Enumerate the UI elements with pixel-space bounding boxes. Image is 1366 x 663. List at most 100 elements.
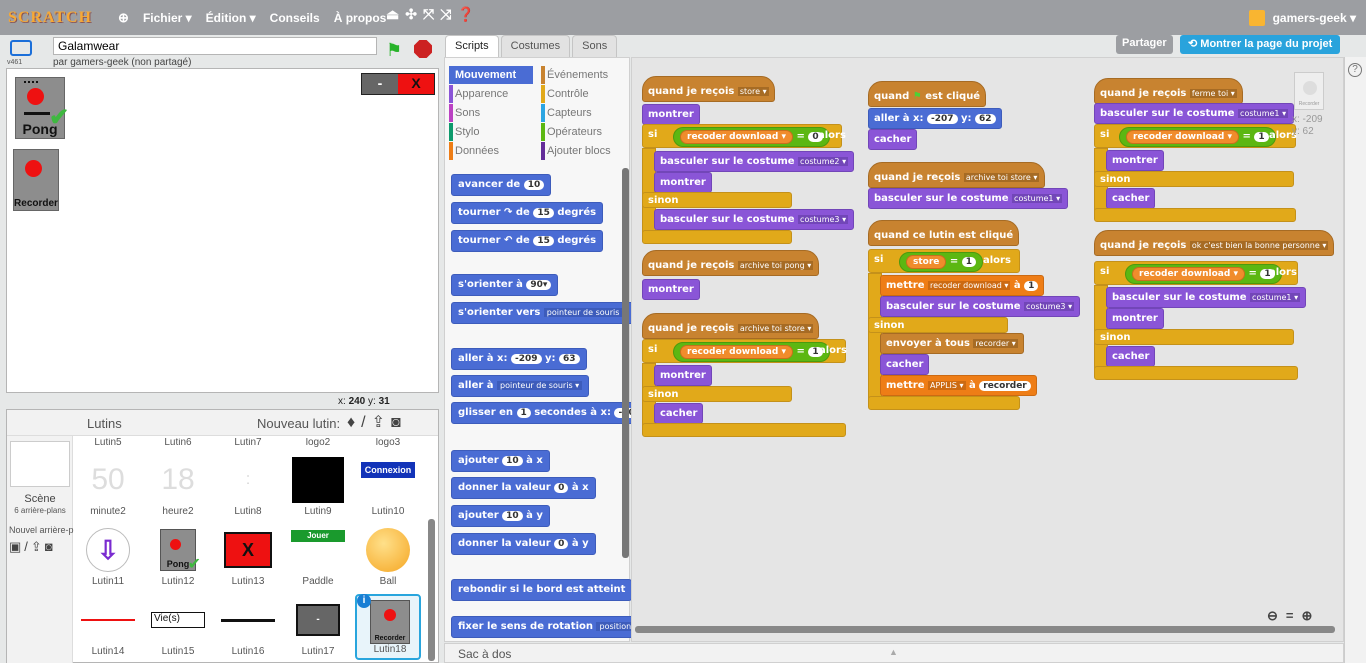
- category-events[interactable]: Événements: [541, 66, 629, 84]
- block-bounce[interactable]: rebondir si le bord est atteint: [451, 579, 633, 601]
- info-icon[interactable]: i: [357, 594, 371, 608]
- block-if-else[interactable]: si recoder download ▾ = 0 alors: [642, 124, 846, 148]
- scene-thumbnail[interactable]: [10, 441, 70, 487]
- sprite-tile[interactable]: Ball: [355, 524, 421, 590]
- help-icon[interactable]: ?: [1348, 63, 1362, 77]
- menu-about[interactable]: À propos: [334, 11, 387, 25]
- stage-sprite-recorder[interactable]: Recorder: [13, 149, 59, 211]
- category-looks[interactable]: Apparence: [449, 85, 533, 103]
- hat-when-receive[interactable]: quand je reçois store ▾: [642, 76, 775, 102]
- block-if-else[interactable]: si recoder download ▾ = 1 alors: [1094, 261, 1298, 285]
- scratch-logo[interactable]: SCRATCH: [8, 9, 92, 27]
- palette-scrollbar[interactable]: [622, 168, 629, 558]
- hat-when-receive[interactable]: quand je reçois archive toi store ▾: [868, 162, 1046, 188]
- sprite-tile[interactable]: logo2: [285, 438, 351, 450]
- block-move[interactable]: avancer de 10: [451, 174, 552, 196]
- camera-icon[interactable]: ◙: [45, 539, 56, 554]
- tab-costumes[interactable]: Costumes: [500, 35, 571, 57]
- category-control[interactable]: Contrôle: [541, 85, 629, 103]
- image-icon[interactable]: ▣: [9, 539, 24, 554]
- upload-icon[interactable]: ⇪: [372, 414, 391, 431]
- menu-file[interactable]: Fichier ▾: [143, 11, 192, 25]
- block-hide[interactable]: cacher: [868, 129, 918, 150]
- sprite-tile[interactable]: Lutin6: [145, 438, 211, 450]
- block-goto[interactable]: aller à pointeur de souris ▾: [451, 375, 590, 397]
- block-show[interactable]: montrer: [654, 365, 712, 386]
- block-point-direction[interactable]: s'orienter à 90▾: [451, 274, 559, 296]
- grow-icon[interactable]: ⤧: [423, 6, 434, 23]
- sprite-tile[interactable]: Lutin5: [75, 438, 141, 450]
- block-hide[interactable]: cacher: [1106, 188, 1156, 209]
- globe-icon[interactable]: ⊕: [118, 10, 129, 26]
- block-goto-xy[interactable]: aller à x: -207 y: 62: [868, 108, 1002, 129]
- hat-when-flag-clicked[interactable]: quand ⚑ est cliqué: [868, 81, 987, 107]
- block-if-else[interactable]: si recoder download ▾ = 1 alors: [1094, 124, 1297, 148]
- block-show[interactable]: montrer: [1106, 150, 1164, 171]
- block-set-x[interactable]: donner la valeur 0 à x: [451, 477, 596, 499]
- block-goto-xy[interactable]: aller à x: -209 y: 63: [451, 348, 587, 370]
- menu-edit[interactable]: Édition ▾: [206, 11, 256, 25]
- block-change-x[interactable]: ajouter 10 à x: [451, 450, 550, 472]
- upload-icon[interactable]: ⇪: [31, 539, 45, 554]
- help-icon[interactable]: ❓: [457, 6, 474, 23]
- stage[interactable]: Pong ✔ Recorder - X: [6, 68, 439, 393]
- block-turn-right[interactable]: tourner ↷ de 15 degrés: [451, 202, 604, 224]
- category-more-blocks[interactable]: Ajouter blocs: [541, 142, 629, 160]
- tab-sounds[interactable]: Sons: [572, 35, 618, 57]
- block-show[interactable]: montrer: [1106, 308, 1164, 329]
- block-switch-costume[interactable]: basculer sur le costume costume3 ▾: [654, 209, 855, 230]
- block-show[interactable]: montrer: [642, 279, 700, 300]
- stop-icon[interactable]: [414, 40, 432, 58]
- block-switch-costume[interactable]: basculer sur le costume costume3 ▾: [880, 296, 1081, 317]
- block-switch-costume[interactable]: basculer sur le costume costume1 ▾: [1106, 287, 1307, 308]
- scene-panel[interactable]: Scène 6 arrière-plans Nouvel arrière-p ▣…: [7, 436, 74, 663]
- menu-tips[interactable]: Conseils: [270, 11, 320, 25]
- tab-scripts[interactable]: Scripts: [445, 35, 499, 58]
- sprite-tile[interactable]: Lutin16: [215, 594, 281, 660]
- sprites-scrollbar[interactable]: [428, 519, 435, 661]
- account-menu[interactable]: gamers-geek ▾: [1248, 10, 1356, 26]
- paint-icon[interactable]: /: [361, 414, 371, 431]
- hat-when-receive[interactable]: quand je reçois ferme toi ▾: [1094, 78, 1243, 104]
- close-button[interactable]: X: [398, 74, 434, 94]
- sprite-tile[interactable]: X Lutin13: [215, 524, 281, 590]
- block-rotation-style[interactable]: fixer le sens de rotation position à: [451, 616, 649, 638]
- sprite-tile[interactable]: logo3: [355, 438, 421, 450]
- sprite-tile[interactable]: Lutin14: [75, 594, 141, 660]
- share-button[interactable]: Partager: [1116, 35, 1173, 54]
- category-sound[interactable]: Sons: [449, 104, 533, 122]
- scripts-hscrollbar[interactable]: [635, 626, 1335, 633]
- block-if-else[interactable]: si store = 1 alors: [868, 249, 1020, 273]
- sprite-tile[interactable]: 50 minute2: [75, 454, 141, 520]
- block-switch-costume[interactable]: basculer sur le costume costume1 ▾: [868, 188, 1069, 209]
- category-sensing[interactable]: Capteurs: [541, 104, 629, 122]
- backpack-bar[interactable]: Sac à dos ▲: [444, 643, 1344, 663]
- hat-when-receive[interactable]: quand je reçois archive toi store ▾: [642, 313, 820, 339]
- sprite-tile[interactable]: 18 heure2: [145, 454, 211, 520]
- duplicate-icon[interactable]: ⏏: [386, 6, 399, 23]
- expand-arrow-icon[interactable]: ▲: [889, 647, 898, 657]
- block-point-towards[interactable]: s'orienter vers pointeur de souris ▾: [451, 302, 636, 324]
- sprite-tile[interactable]: ⇩ Lutin11: [75, 524, 141, 590]
- sprite-tile[interactable]: Lutin7: [215, 438, 281, 450]
- script-area[interactable]: quand je reçois store ▾ montrer si recod…: [631, 57, 1344, 642]
- hat-when-receive[interactable]: quand je reçois ok c'est bien la bonne p…: [1094, 230, 1335, 256]
- block-turn-left[interactable]: tourner ↶ de 15 degrés: [451, 230, 604, 252]
- hat-when-sprite-clicked[interactable]: quand ce lutin est cliqué: [868, 220, 1020, 246]
- block-set-variable[interactable]: mettre recoder download ▾ à 1: [880, 275, 1045, 296]
- zoom-reset-icon[interactable]: =: [1286, 608, 1294, 624]
- shrink-icon[interactable]: ⤨: [440, 6, 451, 23]
- block-switch-costume[interactable]: basculer sur le costume costume2 ▾: [654, 151, 855, 172]
- sprite-tile[interactable]: - Lutin17: [285, 594, 351, 660]
- sprite-tile[interactable]: Vie(s) Lutin15: [145, 594, 211, 660]
- green-flag-icon[interactable]: ⚑: [386, 40, 402, 61]
- block-switch-costume[interactable]: basculer sur le costume costume1 ▾: [1094, 103, 1295, 124]
- category-operators[interactable]: Opérateurs: [541, 123, 629, 141]
- fullscreen-icon[interactable]: [10, 40, 32, 56]
- project-page-button[interactable]: ⟲ Montrer la page du projet: [1180, 35, 1341, 54]
- sprite-tile[interactable]: Lutin9: [285, 454, 351, 520]
- block-show[interactable]: montrer: [642, 104, 700, 125]
- paint-icon[interactable]: /: [24, 539, 31, 554]
- hat-when-receive[interactable]: quand je reçois archive toi pong ▾: [642, 250, 820, 276]
- category-pen[interactable]: Stylo: [449, 123, 533, 141]
